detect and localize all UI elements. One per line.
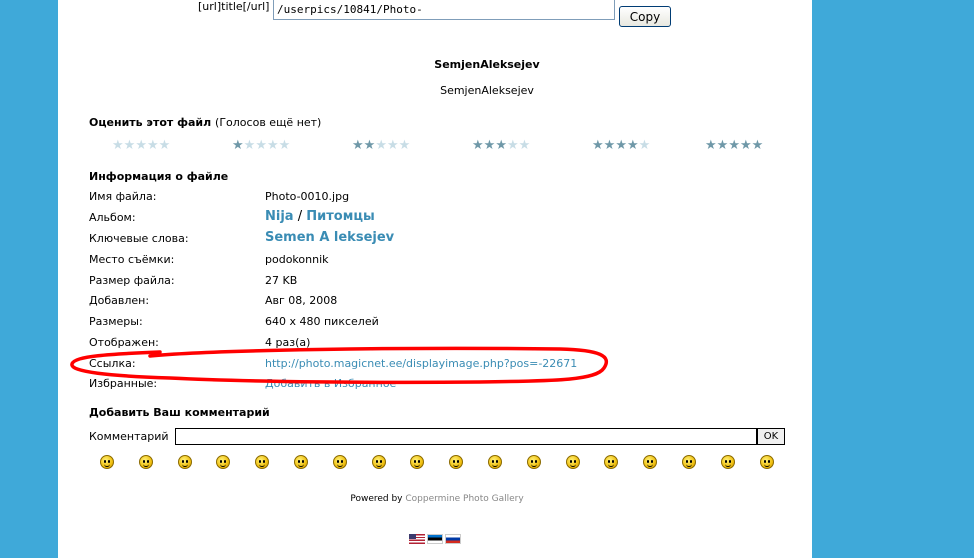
comment-label: Комментарий — [89, 430, 169, 443]
info-label: Имя файла: — [89, 190, 157, 203]
rate-2-stars[interactable]: ★★★★★ — [352, 138, 410, 153]
smiley-rolleyes-icon[interactable] — [565, 455, 580, 469]
file-info-heading: Информация о файле — [89, 170, 229, 183]
powered-by-text: Powered by — [350, 494, 403, 504]
info-link[interactable]: Nija — [265, 209, 294, 224]
rating-heading: Оценить этот файл (Голосов ещё нет) — [89, 116, 321, 129]
rating-votes-note: (Голосов ещё нет) — [215, 116, 322, 129]
rate-3-stars[interactable]: ★★★★★ — [472, 138, 530, 153]
info-label: Ссылка: — [89, 357, 136, 370]
english-flag-icon[interactable] — [409, 534, 425, 544]
photo-caption: SemjenAleksejev — [440, 84, 534, 97]
smiley-cool-icon[interactable] — [371, 455, 386, 469]
info-value: 4 раз(а) — [265, 336, 311, 349]
smiley-smile-icon[interactable] — [100, 455, 114, 469]
info-value: 27 KB — [265, 274, 298, 287]
ok-button[interactable]: OK — [757, 428, 785, 445]
info-label: Размер файла: — [89, 274, 175, 287]
russian-flag-icon[interactable] — [445, 534, 461, 544]
info-value: Semen A leksejev — [265, 230, 394, 245]
bbcode-label: [url]title[/url] — [198, 0, 270, 13]
smiley-biggrin-icon[interactable] — [138, 455, 153, 469]
smiley-sad-icon[interactable] — [294, 455, 308, 469]
smiley-exclaim-icon[interactable] — [720, 455, 735, 469]
comment-input[interactable] — [175, 428, 757, 445]
info-label: Избранные: — [89, 377, 158, 390]
info-link[interactable]: Добавить в Избранное — [265, 377, 396, 390]
info-value: http://photo.magicnet.ee/displayimage.ph… — [265, 357, 577, 370]
info-value: Добавить в Избранное — [265, 377, 396, 390]
info-label: Размеры: — [89, 315, 143, 328]
smiley-question-icon[interactable] — [759, 455, 774, 469]
info-value: Nija / Питомцы — [265, 209, 375, 224]
smiley-wink-shy-icon[interactable] — [488, 455, 502, 469]
rate-5-stars[interactable]: ★★★★★ — [705, 138, 763, 153]
info-label: Ключевые слова: — [89, 232, 189, 245]
powered-by: Powered by Coppermine Photo Gallery — [0, 494, 874, 504]
rate-0-stars[interactable]: ★★★★★ — [112, 138, 170, 153]
rate-4-stars[interactable]: ★★★★★ — [592, 138, 650, 153]
info-value: podokonnik — [265, 253, 329, 266]
info-value: Авг 08, 2008 — [265, 294, 338, 307]
info-link[interactable]: Semen A leksejev — [265, 230, 394, 245]
rating-heading-text: Оценить этот файл — [89, 116, 212, 129]
estonian-flag-icon[interactable] — [427, 534, 443, 544]
info-link[interactable]: http://photo.magicnet.ee/displayimage.ph… — [265, 357, 577, 370]
smiley-frown-icon[interactable] — [332, 455, 347, 469]
rate-1-stars[interactable]: ★★★★★ — [232, 138, 290, 153]
smiley-eek-icon[interactable] — [526, 455, 541, 469]
add-comment-heading: Добавить Ваш комментарий — [89, 406, 270, 419]
album-separator: / — [293, 209, 307, 224]
copy-button[interactable]: Copy — [619, 6, 671, 27]
photo-title: SemjenAleksejev — [434, 58, 540, 71]
smiley-grin-icon[interactable] — [177, 455, 192, 469]
info-value: Photo-0010.jpg — [265, 190, 350, 203]
info-label: Место съёмки: — [89, 253, 175, 266]
info-link[interactable]: Питомцы — [306, 209, 374, 224]
smiley-idea-icon[interactable] — [682, 455, 696, 469]
info-label: Отображен: — [89, 336, 159, 349]
info-label: Альбом: — [89, 211, 136, 224]
info-value: 640 x 480 пикселей — [265, 315, 379, 328]
info-label: Добавлен: — [89, 294, 150, 307]
bbcode-link-field[interactable]: /userpics/10841/Photo- — [273, 0, 615, 20]
coppermine-link[interactable]: Coppermine Photo Gallery — [405, 494, 523, 504]
language-flags — [409, 534, 463, 547]
